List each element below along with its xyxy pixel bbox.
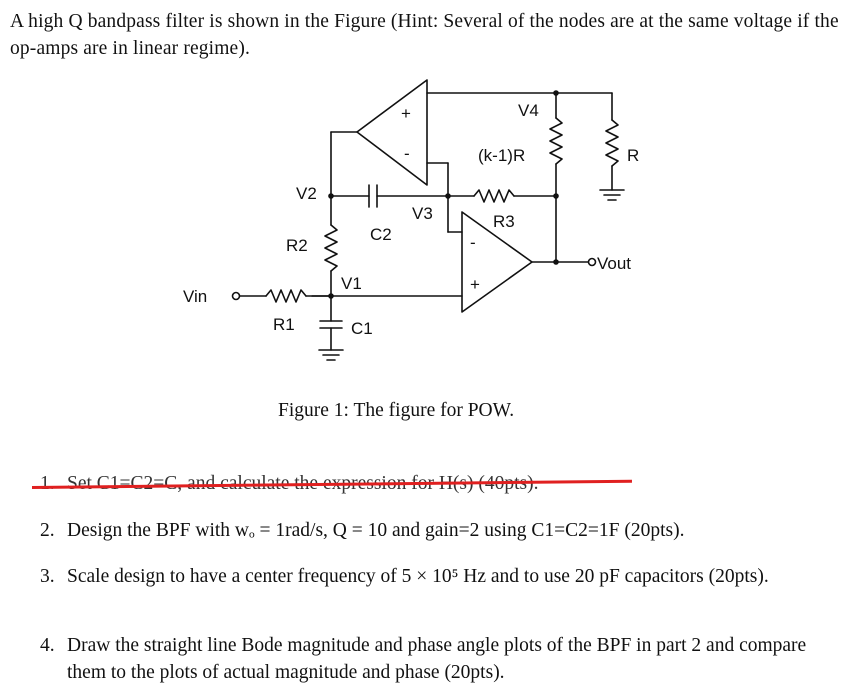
v3-label: V3 [412, 204, 433, 223]
r2-label: R2 [286, 236, 308, 255]
c1-label: C1 [351, 319, 373, 338]
question-text: Scale design to have a center frequency … [67, 566, 769, 587]
r1-label: R1 [273, 315, 295, 334]
bottom-opamp-plus-label: + [470, 275, 480, 294]
question-number: 2. [40, 520, 55, 541]
question-text: Draw the straight line Bode magnitude an… [67, 635, 807, 683]
vout-terminal [587, 257, 597, 267]
vin-label: Vin [183, 287, 207, 306]
r2-resistor [324, 224, 338, 272]
c2-label: C2 [370, 225, 392, 244]
figure-caption: Figure 1: The figure for POW. [278, 400, 515, 421]
question-number: 4. [40, 635, 55, 656]
k1r-resistor [549, 117, 563, 165]
question-4: 4. Draw the straight line Bode magnitude… [40, 632, 840, 686]
vout-label: Vout [597, 254, 631, 273]
r3-resistor [473, 189, 515, 203]
r3-label: R3 [493, 212, 515, 231]
top-opamp-plus-label: + [401, 104, 411, 123]
question-number: 3. [40, 566, 55, 587]
question-number: 1. [40, 473, 55, 494]
vin-terminal [231, 291, 241, 301]
r-label: R [627, 146, 639, 165]
r1-resistor [265, 289, 307, 303]
v4-label: V4 [518, 101, 539, 120]
question-3: 3. Scale design to have a center frequen… [40, 563, 840, 590]
top-opamp [356, 79, 428, 186]
bottom-opamp-minus-label: - [470, 233, 476, 252]
v2-label: V2 [296, 184, 317, 203]
circuit-diagram: + - - + V4 (k-1)R R V2 V3 R3 C2 R2 V1 Vo… [183, 79, 639, 361]
question-2: 2. Design the BPF with wₒ = 1rad/s, Q = … [40, 517, 840, 544]
v1-label: V1 [341, 274, 362, 293]
top-opamp-minus-label: - [404, 144, 410, 163]
r-resistor [605, 119, 619, 167]
question-text: Design the BPF with wₒ = 1rad/s, Q = 10 … [67, 520, 685, 541]
k1r-label: (k-1)R [478, 146, 525, 165]
